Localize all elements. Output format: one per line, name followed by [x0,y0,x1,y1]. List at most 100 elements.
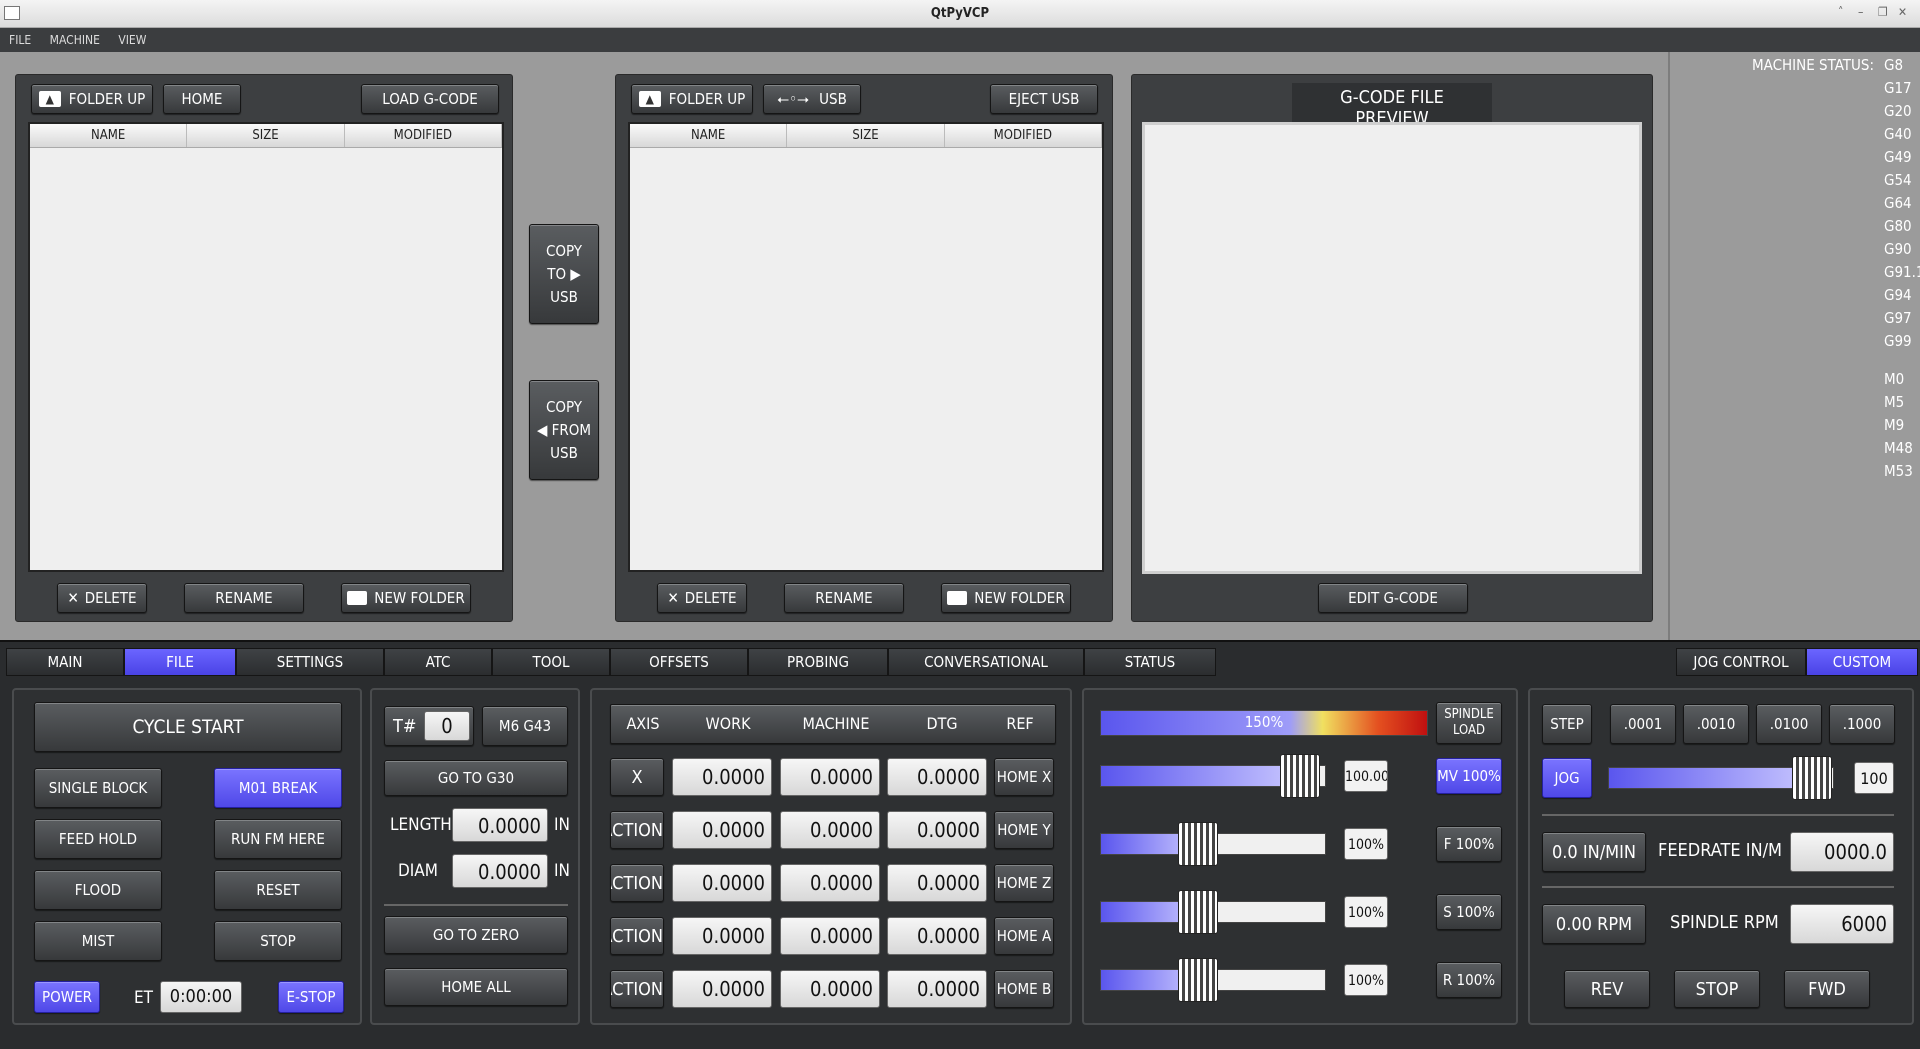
home-all-button[interactable]: HOME ALL [384,968,568,1006]
rename-button[interactable]: RENAME [184,583,304,613]
jog-speed-slider[interactable] [1608,756,1834,800]
tab-tool[interactable]: TOOL [492,648,610,676]
feedrate-field[interactable]: 0000.0 [1790,832,1894,872]
usb-rename-button[interactable]: RENAME [784,583,904,613]
edit-gcode-button[interactable]: EDIT G-CODE [1318,583,1468,613]
home-x-button[interactable]: HOME X [994,758,1054,796]
tab-custom[interactable]: CUSTOM [1806,648,1918,676]
load-gcode-button[interactable]: LOAD G-CODE [361,84,499,114]
menu-view[interactable]: VIEW [109,28,152,47]
max-velocity-override-slider[interactable] [1100,754,1326,798]
slider-handle[interactable] [1178,958,1219,1002]
feed-reset-button[interactable]: F 100% [1436,826,1502,862]
usb-new-folder-button[interactable]: NEW FOLDER [941,583,1071,613]
feed-hold-button[interactable]: FEED HOLD [34,819,162,859]
gcode-status: G99 [1884,332,1912,350]
home-a-button[interactable]: HOME A [994,917,1054,955]
folder-up-button[interactable]: ▲ FOLDER UP [31,84,153,114]
column-modified[interactable]: MODIFIED [945,124,1102,147]
home-button[interactable]: HOME [163,84,241,114]
run-from-here-button[interactable]: RUN FM HERE [214,819,342,859]
menu-file[interactable]: FILE [0,28,37,47]
delete-button[interactable]: ✕ DELETE [57,583,147,613]
column-name[interactable]: NAME [30,124,188,147]
axis-a-action-button[interactable]: ACTION [610,917,664,955]
increment-0010-button[interactable]: .0010 [1683,704,1749,744]
cycle-start-button[interactable]: CYCLE START [34,702,342,752]
home-z-button[interactable]: HOME Z [994,864,1054,902]
tab-file[interactable]: FILE [124,648,236,676]
tab-jog-control[interactable]: JOG CONTROL [1676,648,1806,676]
slider-handle[interactable] [1279,754,1320,798]
rapid-reset-button[interactable]: R 100% [1436,962,1502,998]
go-to-g30-button[interactable]: GO TO G30 [384,760,568,796]
max-velocity-reset-button[interactable]: MV 100% [1436,758,1502,794]
new-folder-button[interactable]: NEW FOLDER [341,583,471,613]
usb-icon: ⭠◦⭢ [777,90,810,108]
maximize-icon[interactable]: ❐ [1878,5,1888,19]
menu-machine[interactable]: MACHINE [41,28,106,47]
column-size[interactable]: SIZE [187,124,345,147]
single-block-button[interactable]: SINGLE BLOCK [34,768,162,808]
divider [384,904,568,906]
spindle-forward-button[interactable]: FWD [1784,970,1870,1008]
minimize-icon[interactable]: – [1858,5,1863,19]
go-to-zero-button[interactable]: GO TO ZERO [384,916,568,954]
feed-override-slider[interactable] [1100,822,1326,866]
usb-button[interactable]: ⭠◦⭢ USB [763,84,861,114]
estop-button[interactable]: E-STOP [278,981,344,1013]
home-y-button[interactable]: HOME Y [994,811,1054,849]
slider-handle[interactable] [1178,822,1219,866]
tab-status[interactable]: STATUS [1084,648,1216,676]
tool-number-input[interactable]: 0 [424,711,470,741]
jog-button[interactable]: JOG [1542,758,1592,798]
slider-handle[interactable] [1178,890,1219,934]
column-modified[interactable]: MODIFIED [345,124,502,147]
increment-0100-button[interactable]: .0100 [1756,704,1822,744]
spindle-reset-button[interactable]: S 100% [1436,894,1502,930]
tab-conversational[interactable]: CONVERSATIONAL [888,648,1084,676]
power-button[interactable]: POWER [34,981,100,1013]
usb-delete-button[interactable]: ✕ DELETE [657,583,747,613]
spindle-reverse-button[interactable]: REV [1564,970,1650,1008]
increment-1000-button[interactable]: .1000 [1829,704,1895,744]
m6-g43-button[interactable]: M6 G43 [482,706,568,746]
mist-button[interactable]: MIST [34,921,162,961]
axis-b-action-button[interactable]: ACTION [610,970,664,1008]
tab-probing[interactable]: PROBING [748,648,888,676]
stop-button[interactable]: STOP [214,921,342,961]
reset-button[interactable]: RESET [214,870,342,910]
column-size[interactable]: SIZE [787,124,945,147]
usb-file-table[interactable]: NAME SIZE MODIFIED [628,122,1104,572]
step-button[interactable]: STEP [1542,704,1592,744]
axis-z-action-button[interactable]: ACTION [610,864,664,902]
slider-handle[interactable] [1792,756,1833,800]
length-unit: IN [554,815,570,835]
tab-atc[interactable]: ATC [384,648,492,676]
m01-break-button[interactable]: M01 BREAK [214,768,342,808]
rapid-override-slider[interactable] [1100,958,1326,1002]
column-name[interactable]: NAME [630,124,788,147]
axis-y-action-button[interactable]: ACTION [610,811,664,849]
flood-button[interactable]: FLOOD [34,870,162,910]
copy-from-usb-button[interactable]: COPY ◀ FROM USB [529,380,599,480]
spindle-override-slider[interactable] [1100,890,1326,934]
local-file-table[interactable]: NAME SIZE MODIFIED [28,122,504,572]
eject-usb-button[interactable]: EJECT USB [990,84,1098,114]
close-icon[interactable]: ✕ [1898,5,1907,19]
work-z: 0.0000 [672,864,772,902]
usb-folder-up-button[interactable]: ▲ FOLDER UP [631,84,753,114]
increment-0001-button[interactable]: .0001 [1610,704,1676,744]
gcode-preview[interactable] [1142,122,1642,574]
tab-settings[interactable]: SETTINGS [236,648,384,676]
home-b-button[interactable]: HOME B [994,970,1054,1008]
copy-to-usb-button[interactable]: COPY TO ▶ USB [529,224,599,324]
tab-offsets[interactable]: OFFSETS [610,648,748,676]
tab-main[interactable]: MAIN [6,648,124,676]
spindle-stop-button[interactable]: STOP [1674,970,1760,1008]
feed-override-value: 100% [1344,828,1388,860]
tab-bar: MAIN FILE SETTINGS ATC TOOL OFFSETS PROB… [0,640,1920,680]
shade-icon[interactable]: ˄ [1838,5,1843,19]
spindle-rpm-field[interactable]: 6000 [1790,904,1894,944]
axis-x-button[interactable]: X [610,758,664,796]
